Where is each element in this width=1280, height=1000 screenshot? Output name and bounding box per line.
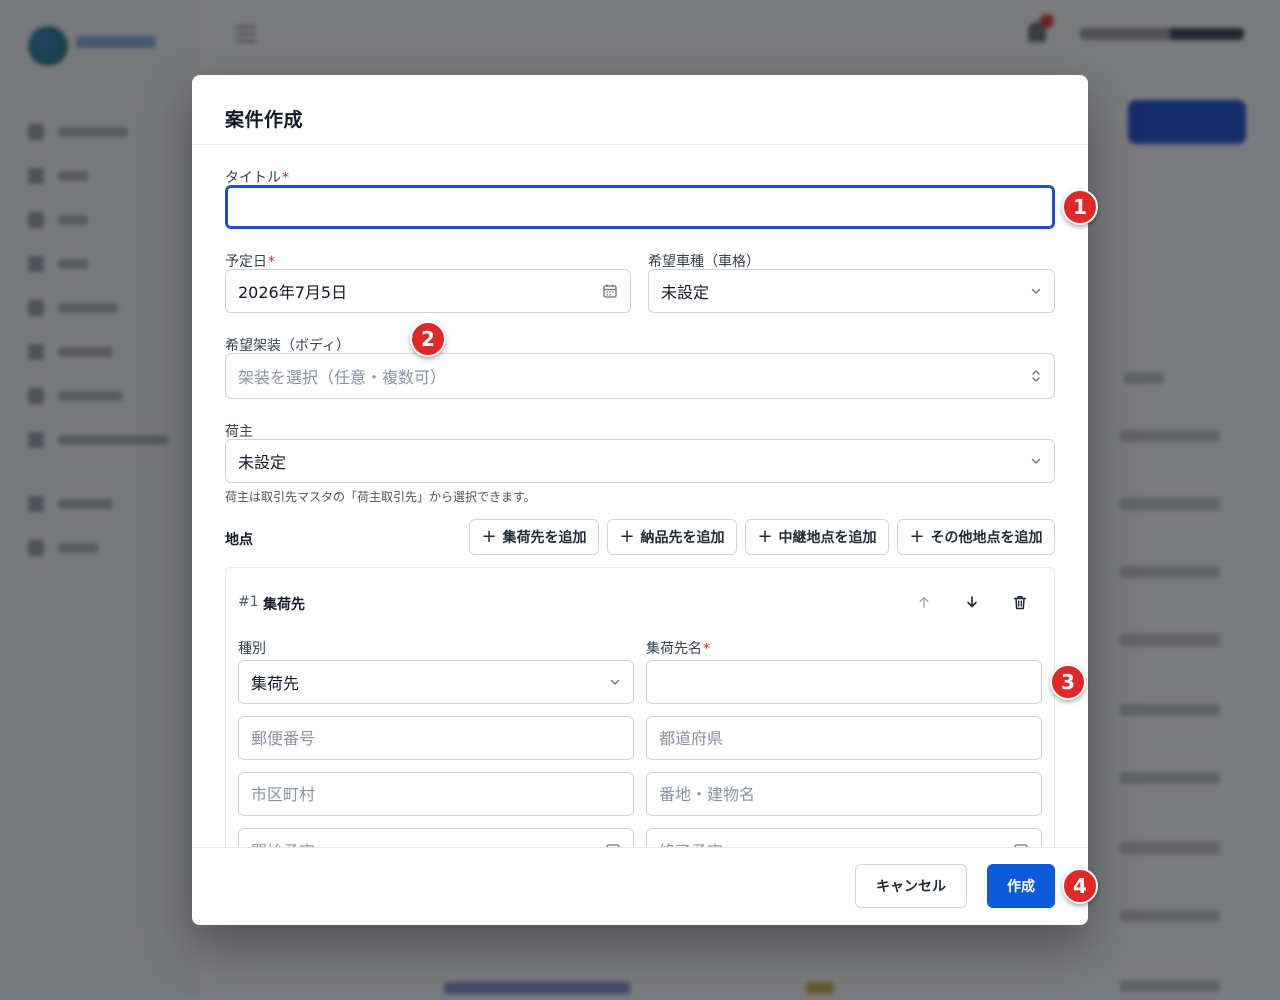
- chevron-down-icon: [1030, 455, 1042, 467]
- add-pickup-button[interactable]: + 集荷先を追加: [469, 519, 599, 555]
- date-value: 2026年7月5日: [238, 283, 348, 302]
- dialog-footer: キャンセル 作成: [192, 847, 1088, 925]
- vehicle-label: 希望車種（車格）: [648, 254, 760, 270]
- chevron-down-icon: [609, 676, 621, 688]
- start-datetime-input[interactable]: 開始予定: [238, 828, 634, 847]
- date-label: 予定日*: [225, 254, 275, 270]
- plus-icon: +: [909, 526, 925, 547]
- plus-icon: +: [619, 526, 635, 547]
- shipper-select[interactable]: 未設定: [225, 439, 1055, 483]
- body-label: 希望架装（ボディ）: [225, 338, 351, 354]
- plus-icon: +: [481, 526, 497, 547]
- plus-icon: +: [757, 526, 773, 547]
- dialog-body: タイトル* 予定日* 2026年7月5日 希望車種（車格） 未設定 希望架装（ボ…: [192, 145, 1088, 847]
- vehicle-value: 未設定: [661, 283, 710, 302]
- point-kind-label: 種別: [238, 641, 266, 657]
- point-name-label: 集荷先名*: [646, 641, 710, 657]
- point-index: #1: [238, 594, 259, 610]
- create-case-dialog: 案件作成 タイトル* 予定日* 2026年7月5日 希望車種（車格） 未設定 希…: [192, 75, 1088, 925]
- annotation-marker-1: 1: [1062, 189, 1098, 225]
- annotation-marker-2: 2: [410, 321, 446, 357]
- chevron-up-down-icon: [1030, 369, 1042, 383]
- body-multiselect[interactable]: 架装を選択（任意・複数可）: [225, 353, 1055, 399]
- dialog-title: 案件作成: [225, 109, 304, 131]
- prefecture-input[interactable]: [646, 716, 1042, 760]
- arrow-down-icon[interactable]: [960, 590, 984, 614]
- add-relay-button[interactable]: + 中継地点を追加: [745, 519, 889, 555]
- add-other-point-button[interactable]: + その他地点を追加: [897, 519, 1055, 555]
- create-button[interactable]: 作成: [987, 864, 1055, 908]
- title-input[interactable]: [225, 185, 1055, 229]
- point-kind-select[interactable]: 集荷先: [238, 660, 634, 704]
- point-name-input[interactable]: [646, 660, 1042, 704]
- address-input[interactable]: [646, 772, 1042, 816]
- dialog-header: 案件作成: [192, 75, 1088, 145]
- point-card: #1 集荷先 種別 集荷先 集荷先名* 郵便番号 都道府県 市区町村 番地・建物…: [225, 567, 1055, 847]
- chevron-down-icon: [1030, 285, 1042, 297]
- end-datetime-input[interactable]: 終了予定: [646, 828, 1042, 847]
- city-input[interactable]: [238, 772, 634, 816]
- postal-code-input[interactable]: [238, 716, 634, 760]
- arrow-up-icon[interactable]: [912, 590, 936, 614]
- date-input[interactable]: 2026年7月5日: [225, 269, 631, 313]
- add-delivery-button[interactable]: + 納品先を追加: [607, 519, 737, 555]
- start-placeholder: 開始予定: [251, 838, 315, 847]
- shipper-label: 荷主: [225, 424, 253, 440]
- points-label: 地点: [225, 532, 253, 548]
- title-label: タイトル*: [225, 170, 289, 186]
- trash-icon[interactable]: [1008, 590, 1032, 614]
- point-kind-value: 集荷先: [251, 674, 300, 693]
- body-placeholder: 架装を選択（任意・複数可）: [238, 368, 447, 387]
- point-type-title: 集荷先: [263, 597, 305, 613]
- vehicle-select[interactable]: 未設定: [648, 269, 1055, 313]
- shipper-help-text: 荷主は取引先マスタの「荷主取引先」から選択できます。: [225, 490, 536, 504]
- cancel-button[interactable]: キャンセル: [855, 864, 967, 908]
- end-placeholder: 終了予定: [659, 838, 723, 847]
- annotation-marker-3: 3: [1050, 664, 1086, 700]
- calendar-icon[interactable]: [602, 283, 618, 299]
- annotation-marker-4: 4: [1062, 868, 1098, 904]
- shipper-value: 未設定: [238, 453, 287, 472]
